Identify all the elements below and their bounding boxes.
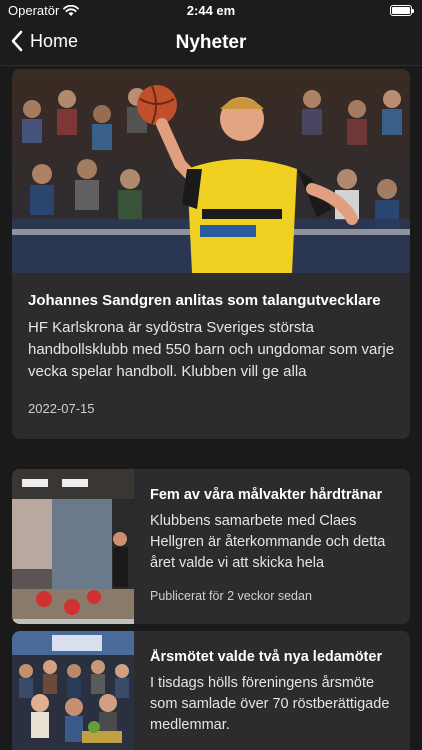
news-card-excerpt: HF Karlskrona är sydöstra Sveriges störs… [28,319,395,380]
news-card-title: Fem av våra målvakter hårdtränar [150,487,383,503]
handball-player-photo [12,69,410,273]
page-title: Nyheter [175,32,247,53]
news-card-date: Publicerat för 2 veckor sedan [150,589,312,603]
annual-meeting-photo [12,631,134,750]
news-card-excerpt: Klubbens samarbete med Claes Hellgren är… [150,513,386,571]
news-card[interactable]: Fem av våra målvakter hårdtränar Klubben… [12,469,410,624]
news-feed[interactable]: Johannes Sandgren anlitas som talangutve… [0,66,422,750]
news-card-excerpt: I tisdags hölls föreningens årsmöte som … [150,675,390,733]
navigation-bar: Home Nyheter [0,22,422,66]
battery-icon [390,5,414,16]
news-card-title: Årsmötet valde två nya ledamöter [150,649,383,665]
news-card-featured[interactable]: Johannes Sandgren anlitas som talangutve… [12,69,410,439]
status-bar: Operatör 2:44 em [0,0,422,22]
news-card-title: Johannes Sandgren anlitas som talangutve… [28,292,381,309]
news-card[interactable]: Årsmötet valde två nya ledamöter I tisda… [12,631,410,750]
status-time: 2:44 em [186,3,236,18]
news-card-date: 2022-07-15 [28,401,95,416]
goalkeeper-training-photo [12,469,134,624]
